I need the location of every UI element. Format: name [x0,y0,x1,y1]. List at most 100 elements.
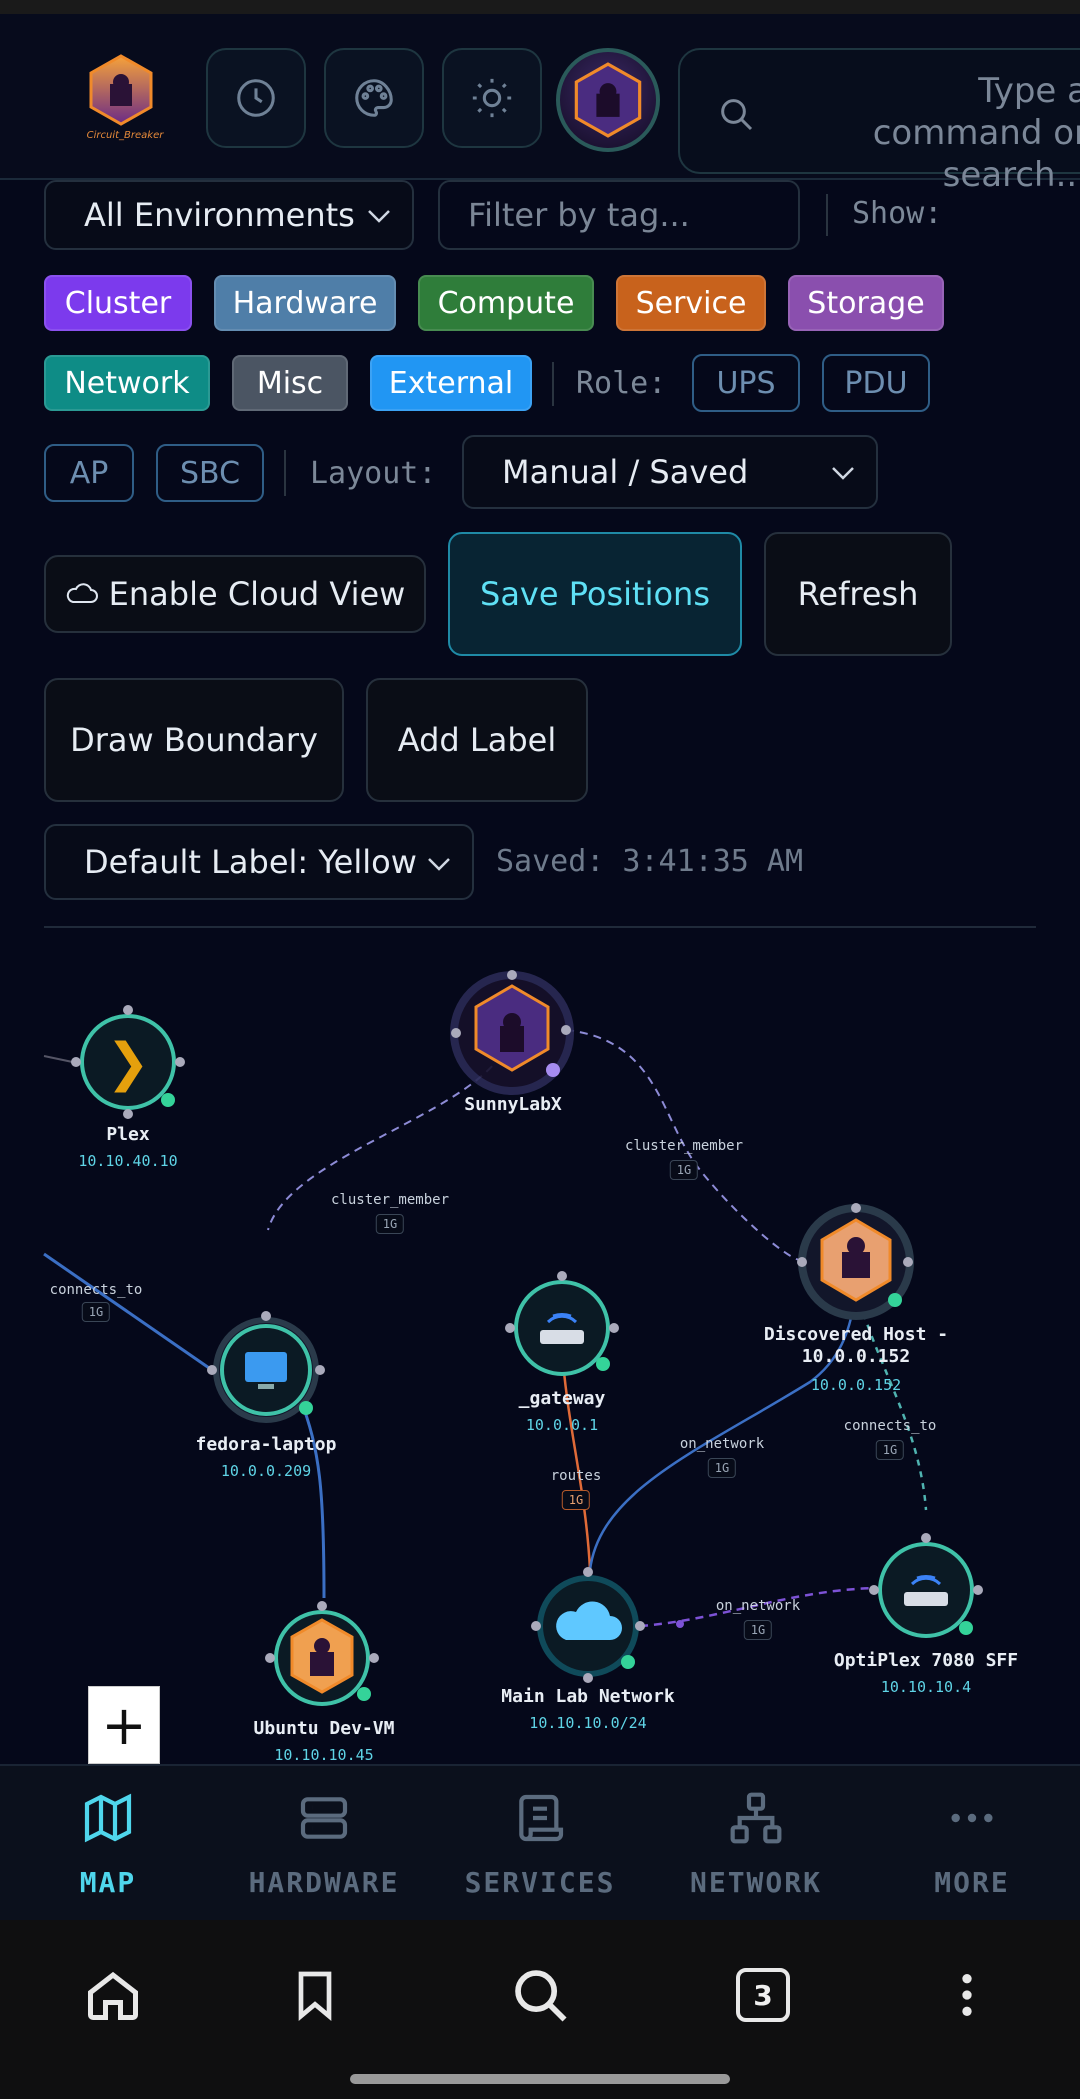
browser-bookmark-button[interactable] [280,1960,350,2030]
chip-label: Misc [256,365,324,401]
refresh-label: Refresh [797,575,919,613]
node-discovered-host [797,1203,914,1320]
role-chip-label: SBC [179,455,241,491]
divider [284,450,286,496]
chip-compute[interactable]: Compute [418,275,594,331]
layout-select[interactable]: Manual / Saved [462,435,878,509]
chip-label: Cluster [64,285,172,321]
chip-storage[interactable]: Storage [788,275,944,331]
nav-hardware[interactable]: HARDWARE [216,1766,432,1922]
role-chip-label: UPS [716,365,776,401]
bookmark-icon [298,1971,332,2021]
chip-network[interactable]: Network [44,355,210,411]
nav-services[interactable]: SERVICES [432,1766,648,1922]
logo-text: Circuit_Breaker [86,130,164,141]
map-icon [84,1793,132,1843]
edge-external-fedora [43,1252,213,1372]
role-chip-label: AP [69,455,109,491]
palette-icon [355,79,393,117]
scroll-icon [519,1794,564,1842]
chevron-down-icon [832,467,854,480]
node-label-main-lab-network: Main Lab Network [501,1686,675,1707]
role-chip-ap[interactable]: AP [44,444,134,502]
edge-speed-badge: 1G [875,1440,905,1460]
nav-label: MAP [79,1866,137,1899]
enable-cloud-view-button[interactable]: Enable Cloud View [44,555,426,633]
theme-palette-button[interactable] [324,48,424,148]
node-ip-discovered-host: 10.0.0.152 [810,1376,902,1394]
environment-select[interactable]: All Environments [44,180,414,250]
refresh-button[interactable]: Refresh [764,532,952,656]
edge-speed-badge: 1G [669,1160,699,1180]
node-label-ubuntu-dev-vm: Ubuntu Dev-VM [253,1718,395,1739]
app-logo[interactable]: Circuit_Breaker [87,54,163,152]
chip-external[interactable]: External [370,355,532,411]
chip-misc[interactable]: Misc [232,355,348,411]
browser-home-button[interactable] [78,1960,148,2030]
topology-map[interactable]: ❯ Plex 10.10.40.10 SunnyLabX Discovered … [0,930,1080,1766]
chevron-down-icon [368,210,390,223]
role-chip-pdu[interactable]: PDU [822,354,930,412]
edge-speed-badge: 1G [375,1214,405,1234]
search-icon [515,1970,567,2022]
sun-icon [472,78,512,118]
edge-speed-badge: 1G [561,1490,591,1510]
role-chip-ups[interactable]: UPS [692,354,800,412]
search-icon [721,99,753,131]
brightness-button[interactable] [442,48,542,148]
browser-tabs-button[interactable]: 3 [728,1960,798,2030]
add-label-button[interactable]: Add Label [366,678,588,802]
edge-speed-badge: 1G [743,1620,773,1640]
history-button[interactable] [206,48,306,148]
cloud-icon [66,583,98,603]
cloud-view-label: Enable Cloud View [108,575,406,613]
edge-fedora-ubuntu [298,1397,326,1599]
chip-label: Service [635,285,747,321]
node-ubuntu-dev-vm [265,1601,379,1706]
chip-hardware[interactable]: Hardware [214,275,396,331]
edge-label: connects_to [843,1418,937,1434]
role-chip-label: PDU [844,365,908,401]
node-plex: ❯ [71,1005,185,1119]
browser-search-button[interactable] [505,1960,575,2030]
nav-label: HARDWARE [248,1866,400,1899]
node-ip-ubuntu-dev-vm: 10.10.10.45 [274,1746,374,1764]
bottom-navigation: MAP HARDWARE SERVICES NETWORK MORE [0,1764,1080,1920]
nav-network[interactable]: NETWORK [648,1766,864,1922]
more-dots-icon [951,1813,993,1823]
nav-more[interactable]: MORE [864,1766,1080,1922]
tab-count: 3 [736,1968,790,2022]
tag-filter-placeholder: Filter by tag... [468,196,690,234]
chip-label: Network [64,365,190,401]
role-chip-sbc[interactable]: SBC [156,444,264,502]
tag-filter-input[interactable]: Filter by tag... [438,180,800,250]
edge-label: cluster_member [330,1192,450,1208]
zoom-in-button[interactable]: + [88,1686,160,1764]
node-label-gateway: _gateway [518,1388,606,1409]
show-label: Show: [852,196,943,231]
more-vertical-icon [962,1974,972,2016]
node-gateway [505,1271,619,1376]
node-ip-gateway: 10.0.0.1 [525,1416,599,1434]
node-main-lab-network [531,1567,645,1683]
chip-label: Hardware [232,285,378,321]
draw-boundary-button[interactable]: Draw Boundary [44,678,344,802]
divider [44,926,1036,928]
user-avatar[interactable] [556,48,660,152]
save-positions-button[interactable]: Save Positions [448,532,742,656]
chip-label: Compute [437,285,575,321]
gesture-bar [350,2074,730,2084]
browser-menu-button[interactable] [932,1960,1002,2030]
chip-cluster[interactable]: Cluster [44,275,192,331]
divider [826,194,828,236]
nav-map[interactable]: MAP [0,1766,216,1922]
svg-text:❯: ❯ [106,1033,150,1093]
default-label-select[interactable]: Default Label: Yellow [44,824,474,900]
command-search-box[interactable]: Type a command or search... [678,48,1080,195]
node-label-plex: Plex [106,1124,150,1145]
chip-service[interactable]: Service [616,275,766,331]
node-label-optiplex: OptiPlex 7080 SFF [833,1650,1019,1671]
edge-label: cluster_member [624,1138,744,1154]
avatar-hex-icon [574,62,642,138]
node-fedora-laptop [207,1311,325,1423]
